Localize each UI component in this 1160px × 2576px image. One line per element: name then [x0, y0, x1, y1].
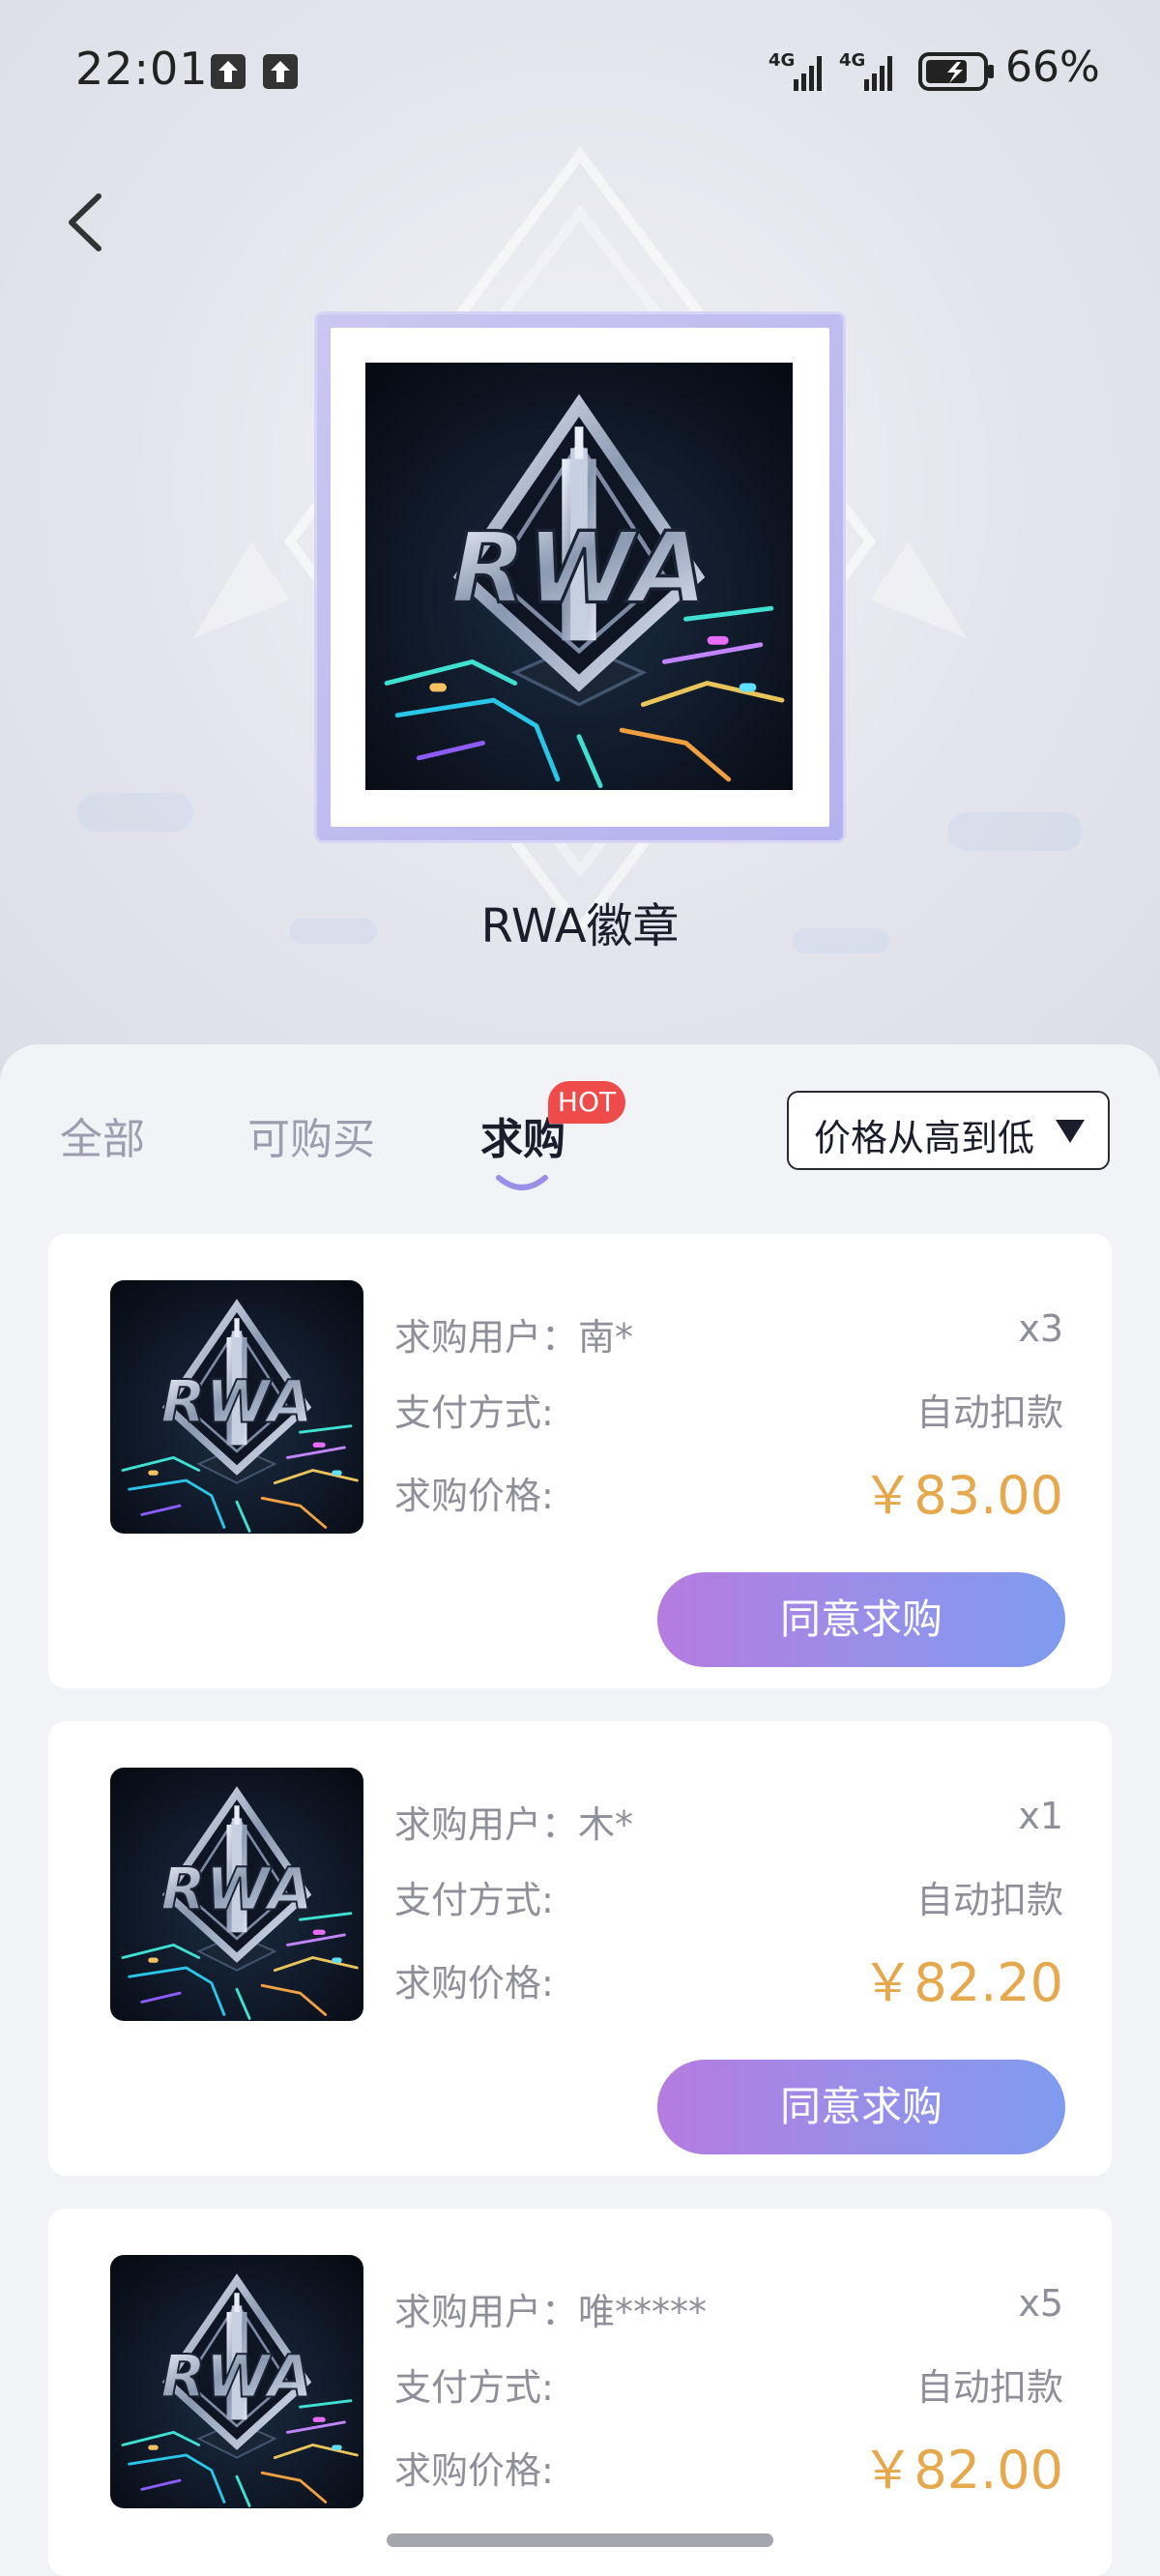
svg-text:4G: 4G — [839, 50, 865, 71]
order-card: 求购用户：唯***** x5 支付方式: 自动扣款 求购价格: ￥82.00 — [48, 2209, 1112, 2576]
sort-label: 价格从高到低 — [814, 1117, 1035, 1159]
sort-dropdown[interactable]: 价格从高到低 — [787, 1091, 1110, 1170]
quantity: x3 — [1018, 1307, 1063, 1350]
price-label: 求购价格: — [394, 2449, 554, 2492]
upload-notification-icon — [211, 54, 246, 89]
quantity: x1 — [1018, 1795, 1063, 1837]
agree-purchase-button[interactable]: 同意求购 — [657, 2060, 1065, 2154]
back-arrow-icon[interactable] — [56, 189, 114, 256]
order-card: 求购用户：木* x1 支付方式: 自动扣款 求购价格: ￥82.20 同意求购 — [48, 1721, 1112, 2176]
active-tab-indicator — [496, 1175, 548, 1190]
order-card: 求购用户：南* x3 支付方式: 自动扣款 求购价格: ￥83.00 同意求购 — [48, 1234, 1112, 1688]
buyer-name: 唯***** — [578, 2291, 708, 2333]
hot-badge: HOT — [548, 1081, 625, 1124]
agree-purchase-button[interactable]: 同意求购 — [657, 1572, 1065, 1667]
buyer-label: 求购用户：南* — [394, 1316, 634, 1359]
signal-4g-icon: 4G — [839, 50, 892, 91]
order-thumbnail — [110, 1280, 363, 1534]
upload-notification-icon — [263, 54, 298, 89]
payment-method: 自动扣款 — [915, 1391, 1063, 1434]
tab-buyable[interactable]: 可购买 — [247, 1104, 375, 1166]
order-thumbnail — [110, 1768, 363, 2021]
caret-down-icon — [1056, 1120, 1085, 1143]
payment-method: 自动扣款 — [915, 1879, 1063, 1921]
payment-label: 支付方式: — [394, 1391, 554, 1434]
payment-label: 支付方式: — [394, 1879, 554, 1921]
buyer-label: 求购用户：木* — [394, 1803, 634, 1846]
buyer-name: 南* — [578, 1316, 634, 1359]
order-thumbnail — [110, 2255, 363, 2508]
home-indicator[interactable] — [387, 2533, 773, 2547]
quantity: x5 — [1018, 2282, 1063, 2325]
battery-percent: 66% — [1005, 43, 1100, 92]
svg-text:4G: 4G — [768, 50, 795, 71]
buyer-name: 木* — [578, 1803, 634, 1846]
signal-4g-icon: 4G — [768, 50, 822, 91]
badge-image[interactable] — [365, 363, 793, 790]
status-time: 22:01 — [75, 43, 209, 95]
buyer-label: 求购用户：唯***** — [394, 2291, 708, 2333]
price-value: ￥82.00 — [861, 2440, 1063, 2501]
status-bar: 22:01 4G 4G 66% — [0, 0, 1160, 145]
tab-all[interactable]: 全部 — [60, 1104, 145, 1166]
payment-label: 支付方式: — [394, 2366, 554, 2409]
battery-charging-icon — [918, 52, 994, 91]
badge-title: RWA徽章 — [480, 899, 680, 953]
price-value: ￥83.00 — [861, 1465, 1063, 1526]
price-label: 求购价格: — [394, 1475, 554, 1517]
payment-method: 自动扣款 — [915, 2366, 1063, 2409]
price-label: 求购价格: — [394, 1962, 554, 2005]
price-value: ￥82.20 — [861, 1952, 1063, 2013]
